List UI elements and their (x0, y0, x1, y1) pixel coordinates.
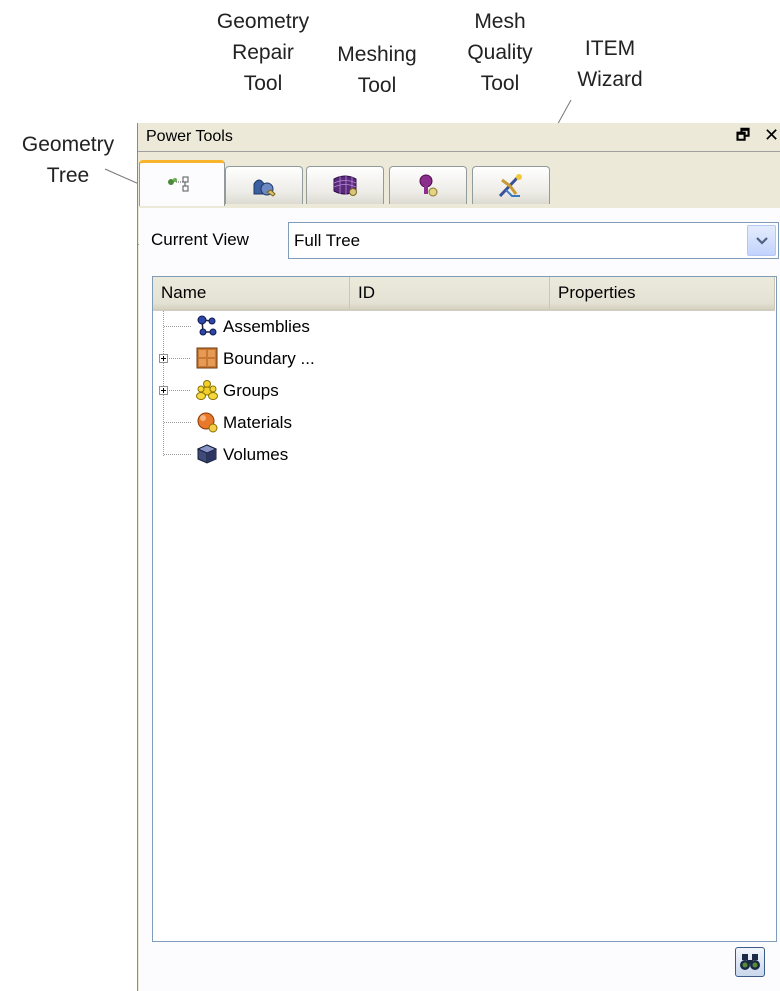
geometry-tree-view[interactable]: Name ID Properties Assemblies Boundary .… (152, 276, 777, 942)
float-window-icon[interactable]: 🗗 (734, 127, 752, 145)
tree-connector (169, 390, 191, 391)
tab-meshing-tool[interactable] (306, 166, 384, 204)
current-view-label: Current View (151, 230, 249, 249)
power-tools-panel: Power Tools 🗗 ✕ Current View Full Tree N… (137, 123, 780, 991)
tree-row-volumes[interactable]: Volumes (153, 439, 776, 471)
tree-row-groups[interactable]: Groups (153, 375, 776, 407)
callout-mesh-quality-tool: Mesh Quality Tool (467, 10, 533, 95)
tree-row-label: Assemblies (223, 317, 310, 336)
current-view-value: Full Tree (294, 231, 361, 250)
tree-header: Name ID Properties (153, 277, 776, 311)
tree-row-label: Volumes (223, 445, 289, 464)
column-header-id[interactable]: ID (350, 277, 550, 311)
expand-icon[interactable] (159, 354, 168, 363)
tree-connector (164, 454, 192, 455)
callout-item-wizard: ITEM Wizard (577, 37, 643, 91)
tool-tabs (138, 160, 780, 245)
panel-title-bar: Power Tools 🗗 ✕ (138, 123, 780, 152)
binoculars-icon (740, 954, 760, 970)
tree-row-label: Materials (223, 413, 292, 432)
volumes-icon (196, 444, 218, 464)
boundary-icon (196, 347, 218, 369)
close-icon[interactable]: ✕ (764, 125, 780, 145)
tree-row-assemblies[interactable]: Assemblies (153, 311, 776, 343)
tree-connector (169, 358, 191, 359)
tab-geometry-repair-tool[interactable] (225, 166, 303, 204)
tab-mesh-quality-tool[interactable] (389, 166, 467, 204)
tab-item-wizard[interactable] (472, 166, 550, 204)
callout-geometry-repair-tool: Geometry Repair Tool (216, 10, 310, 95)
column-header-name[interactable]: Name (153, 277, 350, 311)
find-button[interactable] (735, 947, 765, 977)
tree-row-materials[interactable]: Materials (153, 407, 776, 439)
panel-title: Power Tools (146, 128, 233, 145)
assemblies-icon (197, 315, 217, 336)
tree-row-label: Groups (223, 381, 279, 400)
column-header-properties[interactable]: Properties (550, 277, 775, 311)
item-wizard-icon (498, 173, 522, 197)
geometry-tree-page: Current View Full Tree Name ID Propertie… (139, 208, 780, 991)
chevron-down-icon[interactable] (747, 225, 776, 256)
tree-row-label: Boundary ... (223, 349, 315, 368)
expand-icon[interactable] (159, 386, 168, 395)
materials-icon (197, 412, 218, 433)
tab-geometry-tree[interactable] (139, 160, 225, 206)
meshing-icon (333, 174, 357, 196)
mesh-quality-icon (419, 174, 438, 196)
geometry-tree-icon (168, 176, 189, 191)
callout-meshing-tool: Meshing Tool (337, 43, 417, 97)
tree-row-boundary[interactable]: Boundary ... (153, 343, 776, 375)
groups-icon (196, 380, 218, 400)
tree-connector (164, 326, 192, 327)
current-view-dropdown[interactable]: Full Tree (288, 222, 779, 259)
callout-geometry-tree: Geometry Tree (21, 133, 115, 187)
tree-connector (164, 422, 192, 423)
geometry-repair-icon (253, 179, 276, 197)
